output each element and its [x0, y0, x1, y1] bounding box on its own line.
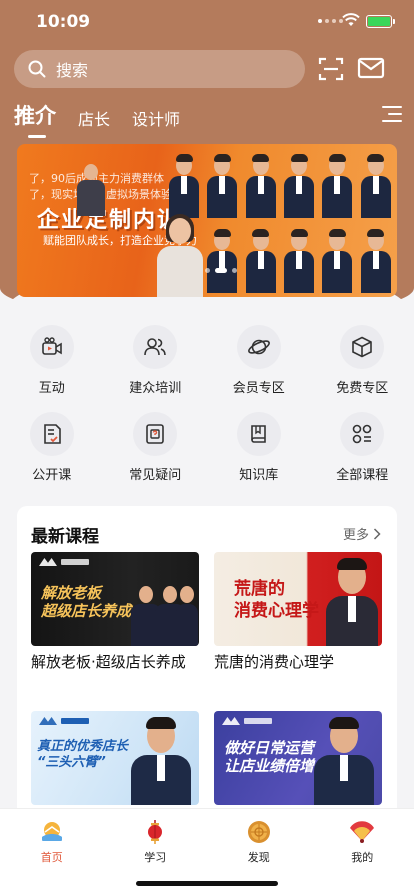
feature-label: 全部课程 — [336, 468, 389, 483]
tab-label: 发现 — [247, 851, 270, 864]
status-time: 10:09 — [36, 12, 91, 32]
wifi-icon — [342, 13, 360, 26]
course-title: 解放老板·超级店长养成 — [31, 653, 186, 671]
thumbnail-text: 荒唐的 消费心理学 — [234, 579, 319, 621]
cube-icon — [352, 336, 373, 358]
tab-profile[interactable]: 我的 — [311, 809, 414, 896]
grid-list-icon — [352, 424, 372, 444]
search-placeholder: 搜索 — [56, 61, 89, 80]
category-tabs: 推介 店长 设计师 — [14, 100, 180, 138]
video-camera-icon — [41, 337, 62, 355]
feature-free[interactable]: 免费专区 — [311, 325, 414, 396]
more-label: 更多 — [342, 528, 369, 543]
planet-icon — [247, 339, 270, 355]
feature-faq[interactable]: 常见疑问 — [104, 412, 208, 483]
feature-members[interactable]: 会员专区 — [207, 325, 311, 396]
feature-knowledge[interactable]: 知识库 — [207, 412, 311, 483]
more-link[interactable]: 更多 — [343, 524, 381, 543]
home-indicator — [136, 881, 278, 886]
scan-icon[interactable] — [318, 56, 344, 82]
chevron-right-icon — [373, 527, 381, 540]
search-bar[interactable]: 搜索 — [14, 50, 305, 88]
carousel-indicator — [205, 268, 237, 273]
promo-banner[interactable]: 了，90后成为主力消费群体 了，现实场景和虚拟场景体验 企业定制内训 赋能团队成… — [17, 144, 397, 297]
latest-courses-card: 最新课程 更多 解放老板 超级店长养成 解放老板·超级店长养成 荒唐的 消费心理… — [17, 506, 397, 826]
course-thumbnail: 做好日常运营 让店业绩倍增 — [214, 711, 382, 805]
document-check-icon — [43, 424, 61, 444]
course-card[interactable]: 做好日常运营 让店业绩倍增 — [214, 711, 382, 805]
feature-training[interactable]: 建众培训 — [104, 325, 208, 396]
course-thumbnail: 荒唐的 消费心理学 — [214, 552, 382, 646]
users-icon — [144, 338, 167, 356]
course-thumbnail: 真正的优秀店长 “三头六臂” — [31, 711, 199, 805]
course-thumbnail: 解放老板 超级店长养成 — [31, 552, 199, 646]
book-icon — [250, 425, 266, 443]
tab-recommend[interactable]: 推介 — [14, 100, 56, 138]
feature-all-courses[interactable]: 全部课程 — [311, 412, 414, 483]
thumbnail-text: 真正的优秀店长 “三头六臂” — [37, 739, 129, 770]
tab-label: 学习 — [144, 851, 167, 864]
home-icon — [41, 822, 62, 841]
tab-label: 我的 — [351, 851, 374, 864]
feature-label: 常见疑问 — [129, 468, 182, 483]
question-card-icon — [146, 424, 165, 444]
tab-designer[interactable]: 设计师 — [132, 106, 180, 136]
course-title: 荒唐的消费心理学 — [214, 653, 335, 671]
feature-open-class[interactable]: 公开课 — [0, 412, 104, 483]
featured-trainer-photo — [155, 214, 205, 297]
feature-label: 公开课 — [32, 468, 72, 483]
tab-home[interactable]: 首页 — [0, 809, 104, 896]
thumbnail-text: 解放老板 超级店长养成 — [41, 584, 132, 620]
section-title: 最新课程 — [31, 527, 99, 547]
tab-store-manager[interactable]: 店长 — [78, 106, 110, 136]
search-icon — [28, 60, 46, 78]
feature-grid: 互动 建众培训 会员专区 免费专区 公开课 常见疑问 知识库 全部课程 — [0, 325, 414, 483]
signal-icon — [318, 19, 343, 23]
tab-label: 首页 — [40, 851, 63, 864]
feature-label: 建众培训 — [129, 381, 182, 396]
thumbnail-text: 做好日常运营 让店业绩倍增 — [224, 739, 315, 775]
feature-label: 互动 — [38, 381, 65, 396]
mooncake-icon — [247, 821, 270, 843]
course-card[interactable]: 解放老板 超级店长养成 解放老板·超级店长养成 — [31, 552, 199, 673]
feature-label: 知识库 — [239, 468, 279, 483]
menu-icon[interactable] — [382, 106, 402, 122]
feature-label: 会员专区 — [232, 381, 285, 396]
status-bar: 10:09 — [0, 0, 414, 44]
lantern-icon — [148, 820, 163, 844]
course-card[interactable]: 真正的优秀店长 “三头六臂” — [31, 711, 199, 805]
feature-label: 免费专区 — [336, 381, 389, 396]
screen: 10:09 搜索 推介 店长 设计师 了，90后成为主力消费群体 了，现实场景和… — [0, 0, 414, 896]
fan-icon — [350, 821, 375, 843]
course-card[interactable]: 荒唐的 消费心理学 荒唐的消费心理学 — [214, 552, 382, 673]
message-icon[interactable] — [357, 56, 385, 80]
speaker-photo — [73, 162, 109, 216]
feature-interaction[interactable]: 互动 — [0, 325, 104, 396]
battery-icon — [366, 15, 395, 28]
